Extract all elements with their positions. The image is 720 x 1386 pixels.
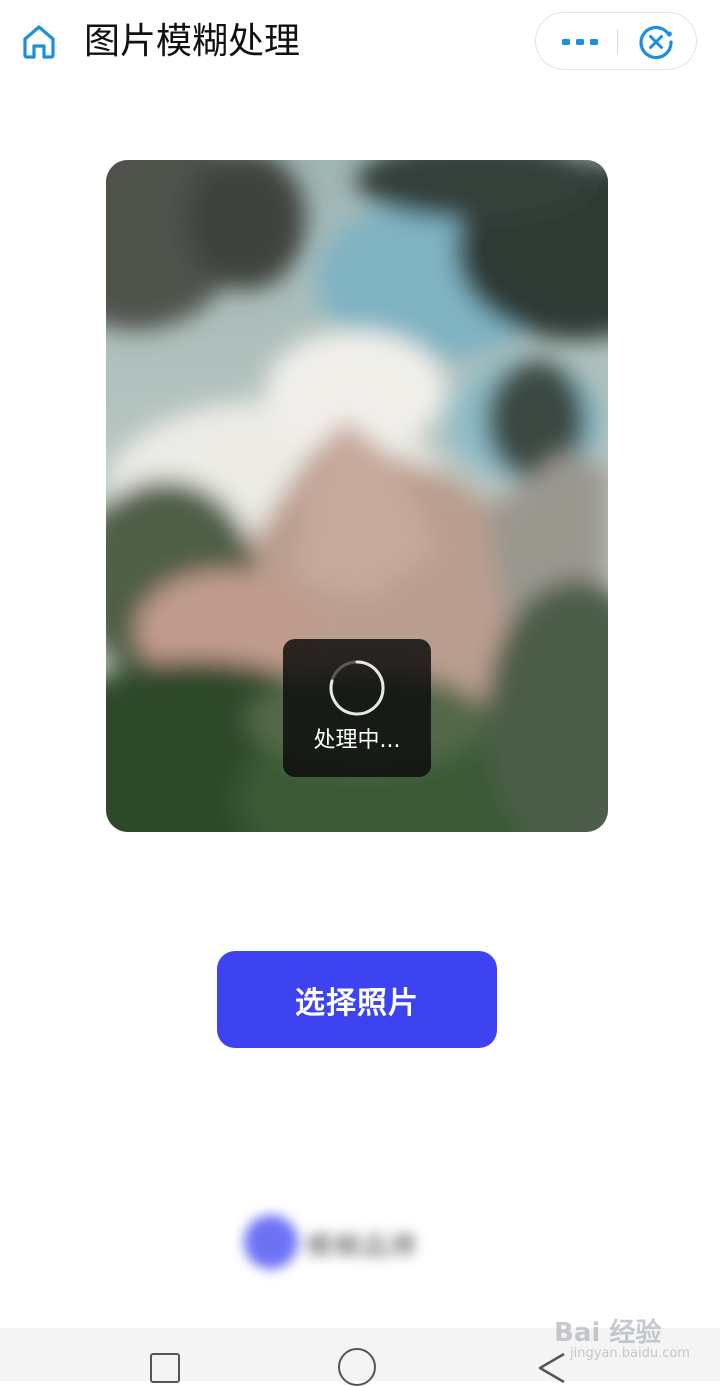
select-photo-button[interactable]: 选择照片 — [217, 951, 497, 1048]
brand-text: 模糊品牌 — [306, 1232, 419, 1262]
recent-apps-icon[interactable] — [150, 1353, 180, 1383]
loading-label: 处理中... — [313, 728, 401, 753]
close-target-icon[interactable] — [637, 23, 675, 61]
photo-preview: 处理中... — [106, 160, 608, 832]
loading-toast: 处理中... — [283, 639, 431, 777]
brand-logo-icon — [244, 1215, 298, 1269]
more-dots-icon[interactable] — [554, 24, 606, 60]
mini-program-capsule — [535, 12, 697, 70]
capsule-divider — [617, 29, 618, 55]
home-circle-icon[interactable] — [338, 1348, 376, 1386]
footer-brand: 模糊品牌 — [240, 1212, 470, 1272]
home-icon[interactable] — [20, 22, 58, 60]
watermark-main: Bai 经验 — [554, 1318, 662, 1348]
page-title: 图片模糊处理 — [84, 21, 301, 62]
loading-spinner-icon — [329, 660, 385, 716]
top-bar: 图片模糊处理 — [0, 0, 720, 86]
watermark: Bai 经验 jingyan.baidu.com — [548, 1298, 698, 1368]
watermark-sub: jingyan.baidu.com — [570, 1346, 690, 1361]
